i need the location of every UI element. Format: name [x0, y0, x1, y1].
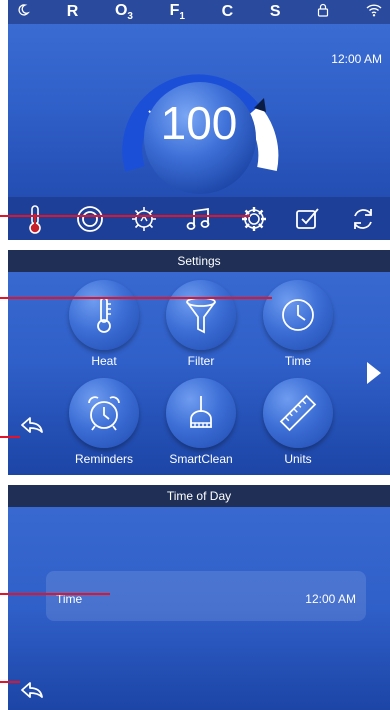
- wifi-icon: [366, 3, 382, 22]
- status-filter: F1: [170, 2, 185, 22]
- back-arrow-icon: [21, 682, 43, 698]
- tile-units[interactable]: Units: [258, 378, 338, 466]
- tile-time-label: Time: [284, 354, 312, 368]
- tile-smartclean[interactable]: SmartClean: [161, 378, 241, 466]
- callout-line-settings: [0, 215, 250, 217]
- set-temperature: 100: [160, 97, 238, 149]
- status-o-sub: 3: [127, 11, 133, 23]
- time-of-day-title: Time of Day: [8, 485, 390, 507]
- time-value[interactable]: 12:00 AM: [305, 592, 356, 606]
- filter-icon: [166, 280, 236, 350]
- callout-line-back-2: [0, 681, 20, 683]
- moon-icon: [16, 3, 30, 22]
- status-c: C: [221, 3, 234, 20]
- back-button[interactable]: [20, 416, 44, 439]
- tile-filter-label: Filter: [187, 354, 215, 368]
- thermometer-icon: [69, 280, 139, 350]
- broom-icon: [166, 378, 236, 448]
- tile-reminders-label: Reminders: [74, 452, 134, 466]
- status-s: S: [269, 3, 281, 20]
- settings-title: Settings: [8, 250, 390, 272]
- time-of-day-screen: Time of Day Time 12:00 AM: [8, 485, 390, 710]
- clock-icon: [263, 280, 333, 350]
- home-screen: R O3 F1 C S 12:00 AM 100: [8, 0, 390, 240]
- tile-reminders[interactable]: Reminders: [64, 378, 144, 466]
- ruler-icon: [263, 378, 333, 448]
- music-icon[interactable]: [181, 201, 217, 237]
- lock-icon: [317, 3, 329, 22]
- checkbox-icon[interactable]: [290, 201, 326, 237]
- back-arrow-icon: [21, 417, 43, 433]
- alarm-clock-icon: [69, 378, 139, 448]
- tile-filter[interactable]: Filter: [161, 280, 241, 368]
- refresh-icon[interactable]: [345, 201, 381, 237]
- light-icon[interactable]: [126, 201, 162, 237]
- callout-line-back: [0, 436, 20, 438]
- status-ozone: O3: [115, 2, 133, 22]
- back-button[interactable]: [20, 681, 44, 704]
- pump-icon[interactable]: [72, 201, 108, 237]
- thermometer-icon[interactable]: [17, 201, 53, 237]
- status-bar: R O3 F1 C S: [8, 0, 390, 24]
- status-f: F: [169, 1, 180, 19]
- tile-heat[interactable]: Heat: [64, 280, 144, 368]
- callout-line-time: [0, 297, 272, 299]
- home-icon-bar: [8, 197, 390, 240]
- settings-screen: Settings Heat Filter Time Reminders Smar…: [8, 250, 390, 475]
- tile-time[interactable]: Time: [258, 280, 338, 368]
- status-f-sub: 1: [179, 11, 185, 23]
- tile-smartclean-label: SmartClean: [169, 452, 233, 466]
- status-r: R: [66, 3, 79, 20]
- gear-icon[interactable]: [236, 201, 272, 237]
- next-page-arrow[interactable]: [367, 362, 381, 384]
- tile-units-label: Units: [284, 452, 312, 466]
- callout-line-time-row: [0, 593, 110, 595]
- status-o: O: [114, 1, 128, 19]
- tile-heat-label: Heat: [91, 354, 117, 368]
